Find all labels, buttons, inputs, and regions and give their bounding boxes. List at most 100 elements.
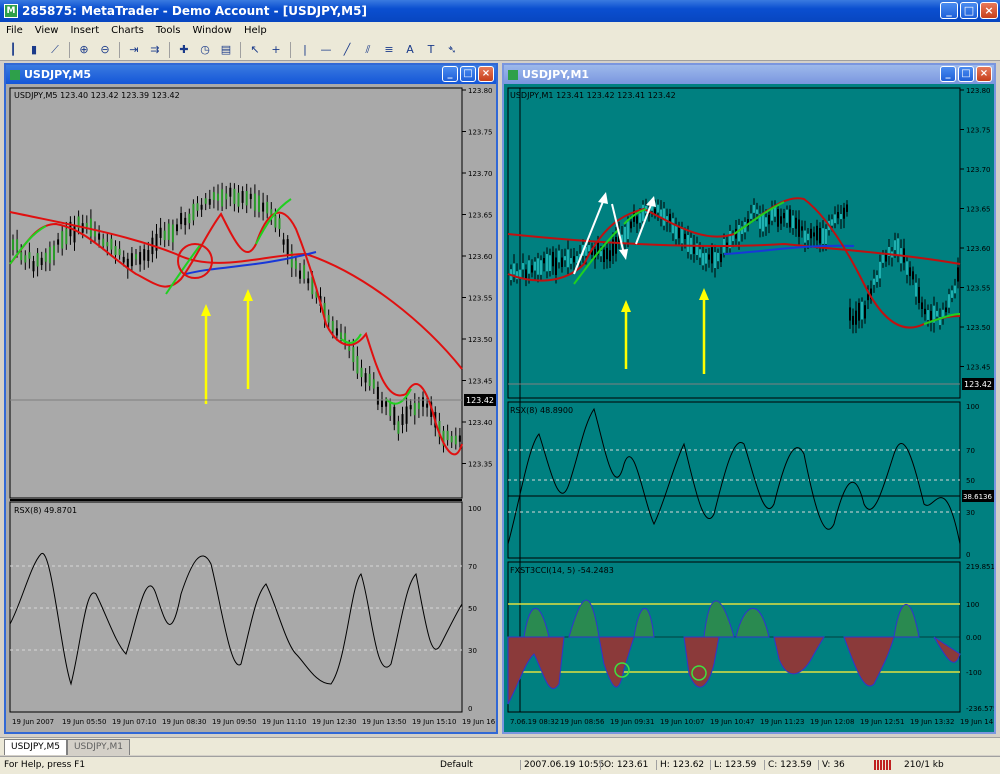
candle-body [642,204,644,222]
candle-body [106,242,109,247]
bar-chart-icon[interactable]: ┃ [4,41,22,59]
zoom-out-icon[interactable]: ⊖ [96,41,114,59]
candle-body [225,193,228,200]
trendline-icon[interactable]: ╱ [338,41,356,59]
candle-body [912,271,914,280]
candle-body [221,189,224,207]
menu-insert[interactable]: Insert [70,25,99,36]
candle-body [94,230,96,237]
chart-window-m1[interactable]: USDJPY,M1 _ □ × USDJPY,M1 123.41 123.42 … [502,63,996,734]
candle-body [176,224,178,232]
arrow-icon[interactable]: ➴ [443,41,461,59]
candle-body [687,234,689,252]
candle-body [783,212,785,219]
tab-usdjpy-m1[interactable]: USDJPY,M1 [66,739,130,755]
candle-body [822,228,824,244]
candle-body [135,254,137,260]
chart-restore-button[interactable]: □ [460,66,476,82]
chart-minimize-button[interactable]: _ [442,66,458,82]
candle-body [278,218,281,230]
text-label-icon[interactable]: T [422,41,440,59]
rsx-label: RSX(8) 48.8900 [510,406,573,415]
chart-icon [10,69,20,80]
candle-body [405,406,408,424]
candle-body [834,214,836,224]
menu-window[interactable]: Window [193,25,232,36]
fibonacci-icon[interactable]: ≡ [380,41,398,59]
chart-shift-icon[interactable]: ⇥ [125,41,143,59]
chart-close-button[interactable]: × [478,66,494,82]
rsx-label: RSX(8) 49.8701 [14,506,77,515]
candle-body [389,402,392,416]
indicators-icon[interactable]: ✚ [175,41,193,59]
candle-body [98,233,101,240]
candle-body [951,290,953,298]
chart-canvas[interactable]: USDJPY,M1 123.41 123.42 123.41 123.42 RS… [504,84,994,732]
price-tick-label: 123.75 [966,127,991,135]
candle-body [681,228,683,244]
menu-tools[interactable]: Tools [156,25,181,36]
candle-body [717,252,719,262]
candle-body [266,201,269,214]
menu-view[interactable]: View [35,25,59,36]
vertical-line-icon[interactable]: | [296,41,314,59]
menu-file[interactable]: File [6,25,23,36]
candle-body [237,192,240,207]
indicator-tick-label: 70 [966,447,975,455]
price-tick-label: 123.45 [966,364,991,372]
time-axis-label: 19 Jun 05:50 [62,718,106,726]
candle-chart-icon[interactable]: ▮ [25,41,43,59]
candle-body [702,253,704,266]
price-tick-label: 123.40 [468,419,493,427]
cursor-icon[interactable]: ↖ [246,41,264,59]
candle-body [588,245,590,252]
chart-close-button[interactable]: × [976,66,992,82]
templates-icon[interactable]: ▤ [217,41,235,59]
candle-body [32,261,35,272]
horizontal-line-icon[interactable]: — [317,41,335,59]
time-axis-label: 19 Jun 12:51 [860,718,904,726]
candle-body [340,332,342,338]
chart-canvas[interactable]: USDJPY,M5 123.40 123.42 123.39 123.42 RS… [6,84,496,732]
line-chart-icon[interactable]: ⟋ [46,41,64,59]
candle-body [630,221,632,229]
candle-body [861,301,863,320]
candle-body [229,187,232,197]
close-button[interactable]: × [980,2,998,19]
chart-tab-bar: USDJPY,M5 USDJPY,M1 [0,737,1000,755]
candle-body [924,308,926,315]
candle-body [139,252,142,265]
candle-body [307,278,310,284]
channel-icon[interactable]: ⫽ [359,41,377,59]
candle-body [777,209,779,227]
status-close: C: 123.59 [764,760,812,770]
chart-info-label: USDJPY,M1 123.41 123.42 123.41 123.42 [510,91,676,100]
chart-window-m5[interactable]: USDJPY,M5 _ □ × USDJPY,M5 123.40 123.42 … [4,63,498,734]
minimize-button[interactable]: _ [940,2,958,19]
candle-body [573,256,575,263]
indicator-tick-label: 100 [468,505,481,513]
tab-usdjpy-m5[interactable]: USDJPY,M5 [4,739,67,755]
candle-body [513,263,515,275]
maximize-button[interactable]: □ [960,2,978,19]
menu-charts[interactable]: Charts [111,25,144,36]
candle-body [831,219,833,226]
candle-body [110,238,113,250]
candle-body [188,213,191,224]
periods-icon[interactable]: ◷ [196,41,214,59]
text-icon[interactable]: A [401,41,419,59]
price-tick-label: 123.45 [468,378,493,386]
candle-body [738,224,740,242]
status-low: L: 123.59 [710,760,756,770]
chart-window-title-bar[interactable]: USDJPY,M1 _ □ × [504,65,994,84]
crosshair-icon[interactable]: + [267,41,285,59]
candle-body [639,213,641,223]
chart-minimize-button[interactable]: _ [940,66,956,82]
menu-help[interactable]: Help [244,25,267,36]
candle-body [114,245,117,255]
zoom-in-icon[interactable]: ⊕ [75,41,93,59]
candle-body [24,255,27,263]
chart-window-title-bar[interactable]: USDJPY,M5 _ □ × [6,65,496,84]
autoscroll-icon[interactable]: ⇉ [146,41,164,59]
chart-restore-button[interactable]: □ [958,66,974,82]
